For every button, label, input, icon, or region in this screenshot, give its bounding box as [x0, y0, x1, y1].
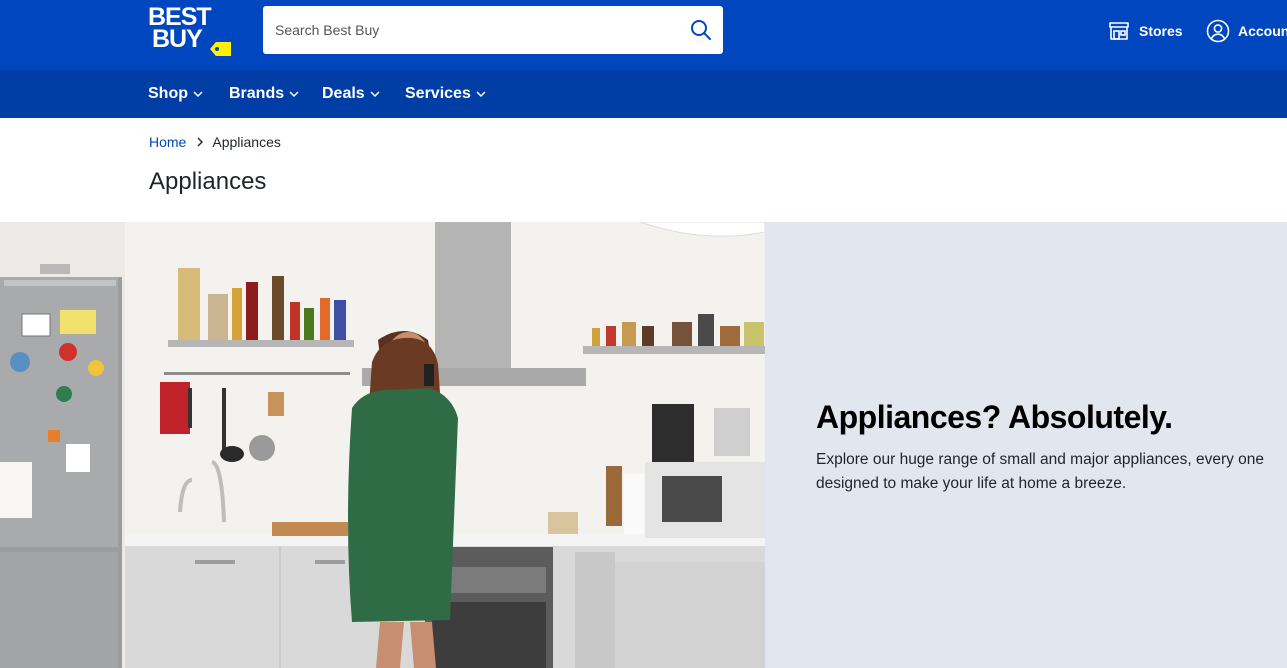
chevron-down-icon: [289, 91, 299, 98]
nav-deals[interactable]: Deals: [322, 70, 381, 118]
chevron-down-icon: [193, 91, 203, 98]
chevron-down-icon: [370, 91, 380, 98]
hero-text-panel: Appliances? Absolutely. Explore our huge…: [765, 222, 1287, 668]
search-input[interactable]: [263, 6, 673, 54]
hero-headline: Appliances? Absolutely.: [816, 399, 1173, 435]
store-icon: [1109, 22, 1129, 40]
nav-services-label: Services: [405, 85, 471, 102]
breadcrumb-home[interactable]: Home: [149, 134, 186, 150]
logo-line-2: BUY: [152, 25, 203, 53]
search-box: [263, 6, 723, 54]
search-button[interactable]: [689, 18, 713, 42]
nav-shop-label: Shop: [148, 85, 188, 102]
nav-shop[interactable]: Shop: [148, 70, 204, 118]
nav-brands-label: Brands: [229, 85, 285, 102]
account-icon: [1206, 19, 1230, 43]
account-label: Account: [1238, 23, 1287, 39]
logo-tag-icon: [210, 42, 231, 56]
hero-body: Explore our huge range of small and majo…: [816, 451, 1265, 492]
account-link[interactable]: Account: [1206, 17, 1287, 45]
nav-brands[interactable]: Brands: [229, 70, 300, 118]
search-icon: [691, 20, 711, 40]
nav-services[interactable]: Services: [405, 70, 487, 118]
best-buy-logo[interactable]: BEST BUY: [148, 5, 232, 58]
stores-label: Stores: [1139, 23, 1183, 39]
stores-link[interactable]: Stores: [1107, 17, 1183, 45]
main-nav: Shop Brands Deals Services: [0, 70, 1287, 118]
top-header: BEST BUY Stores Account: [0, 0, 1287, 70]
breadcrumb-current: Appliances: [212, 134, 281, 150]
hero-banner: Appliances? Absolutely. Explore our huge…: [0, 222, 1287, 668]
chevron-down-icon: [476, 91, 486, 98]
hero-kitchen-image: [0, 222, 765, 668]
nav-deals-label: Deals: [322, 85, 365, 102]
page-title: Appliances: [149, 168, 267, 195]
breadcrumb: Home Appliances: [149, 134, 281, 150]
logo-wordmark: BEST BUY: [148, 5, 212, 53]
chevron-right-icon: [196, 137, 204, 147]
